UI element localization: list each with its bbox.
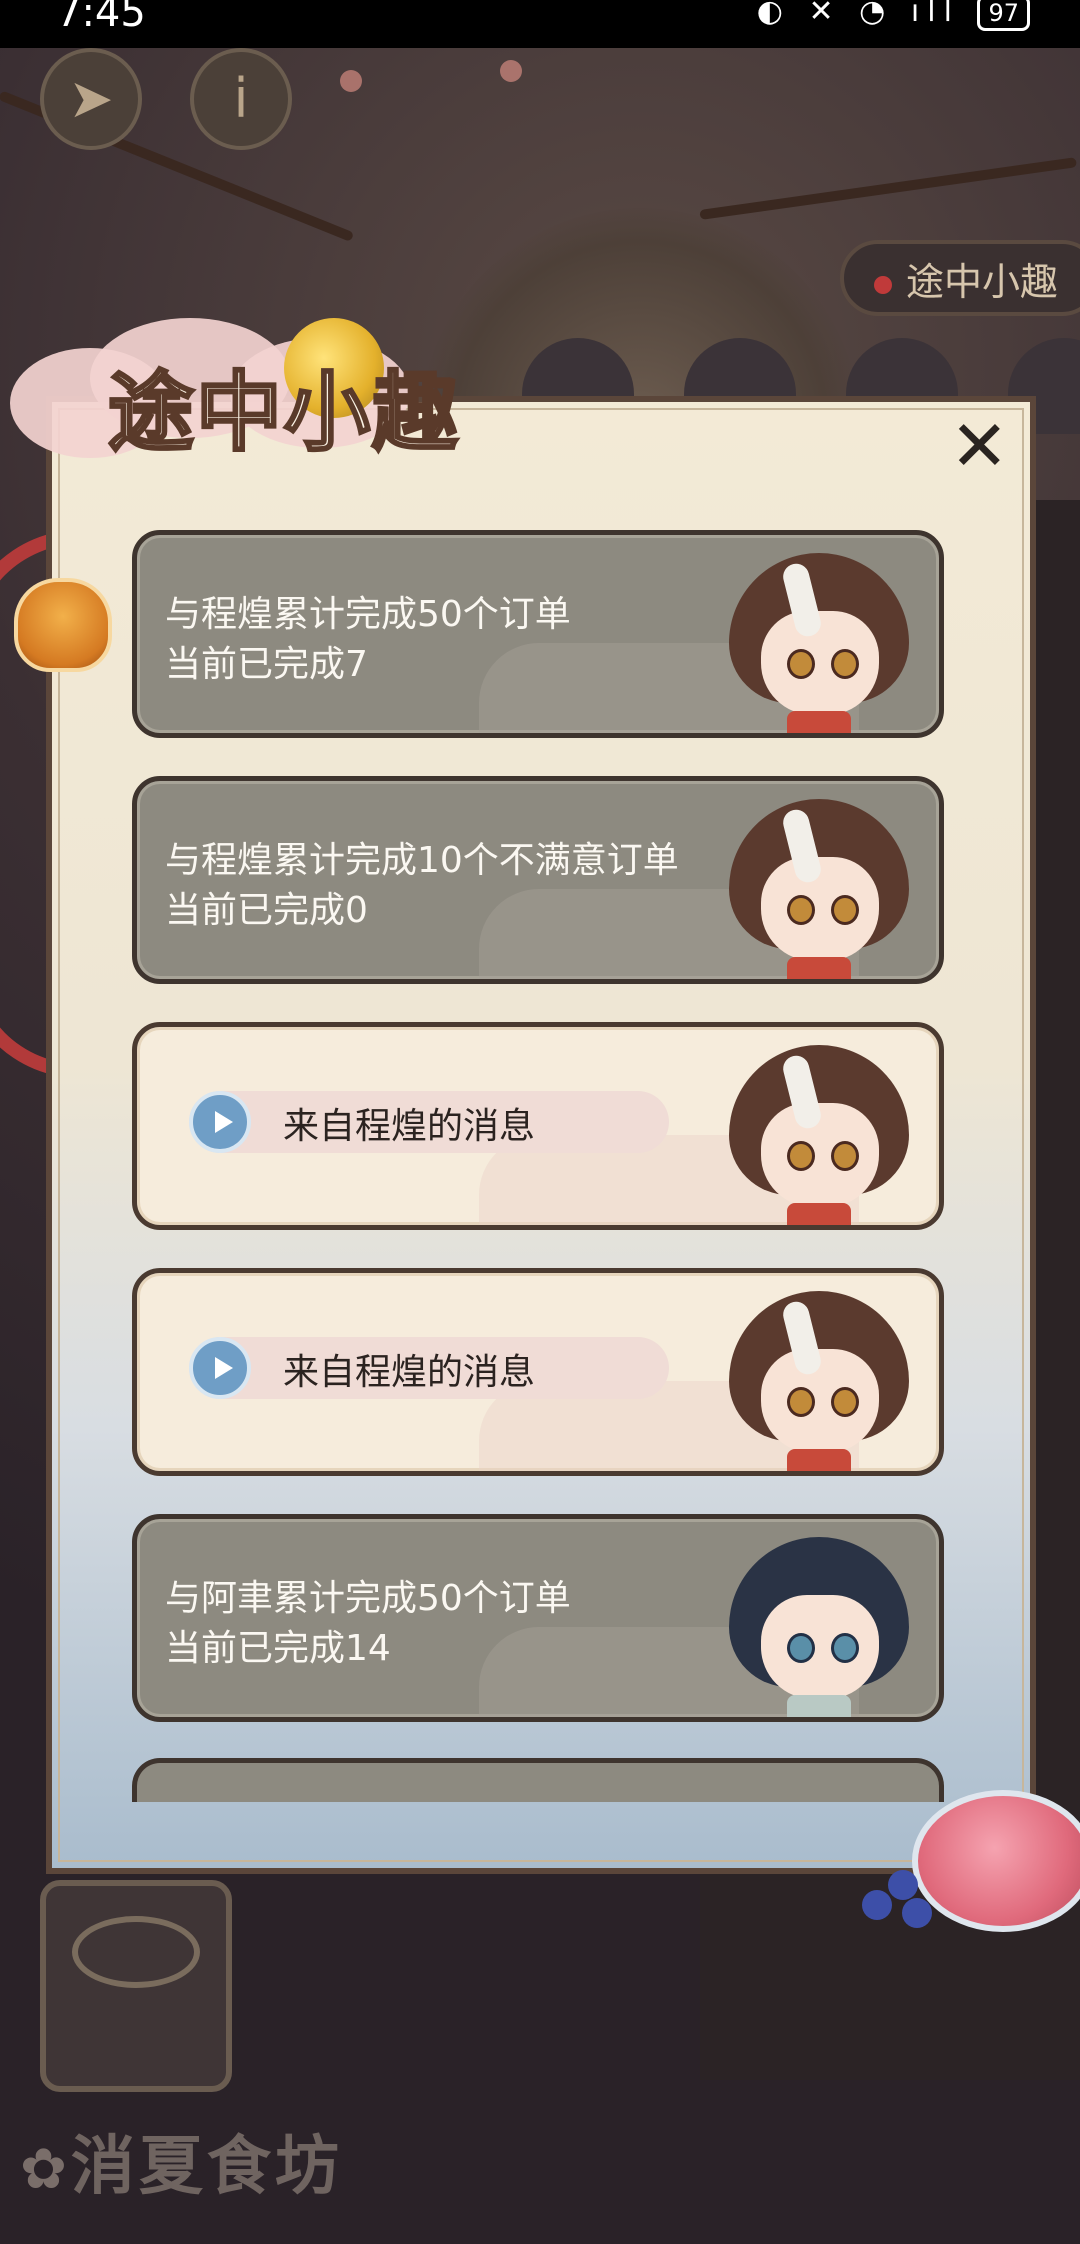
flower-icon: ✿	[20, 2137, 71, 2202]
achievement-title: 与阿聿累计完成50个订单	[165, 1578, 571, 1619]
character-portrait	[719, 545, 919, 733]
info-icon: i	[233, 67, 249, 130]
side-tab-trip-fun[interactable]: 途中小趣	[840, 240, 1080, 316]
status-icons: ◐ ✕ ◔ ıll 97	[757, 0, 1030, 31]
achievement-progress: 当前已完成7	[165, 644, 368, 685]
back-arrow-icon: ➤	[68, 67, 114, 130]
status-bar: 7:45 ◐ ✕ ◔ ıll 97	[0, 0, 1080, 48]
message-card[interactable]: 来自程煌的消息	[132, 1268, 944, 1476]
shop-title: ✿消夏食坊	[20, 2130, 343, 2204]
character-portrait	[719, 1037, 919, 1225]
message-label: 来自程煌的消息	[283, 1106, 536, 1147]
achievement-card[interactable]: 与程煌累计完成50个订单 当前已完成7	[132, 530, 944, 738]
play-icon[interactable]	[189, 1091, 251, 1153]
message-card[interactable]: 来自程煌的消息	[132, 1022, 944, 1230]
stove-decoration	[40, 1880, 232, 2092]
event-list[interactable]: 与程煌累计完成50个订单 当前已完成7 与程煌累计完成10个不满意订单 当前已完…	[132, 530, 944, 1802]
blossom-decoration	[500, 60, 522, 82]
achievement-card-partial[interactable]	[132, 1758, 944, 1802]
character-portrait	[719, 1283, 919, 1471]
back-button[interactable]: ➤	[40, 48, 142, 150]
achievement-card[interactable]: 与程煌累计完成10个不满意订单 当前已完成0	[132, 776, 944, 984]
character-portrait	[719, 791, 919, 979]
close-icon: ✕	[950, 405, 1009, 487]
achievement-title: 与程煌累计完成50个订单	[165, 594, 571, 635]
status-time: 7:45	[56, 0, 146, 36]
info-button[interactable]: i	[190, 48, 292, 150]
close-button[interactable]: ✕	[950, 411, 1009, 481]
achievement-title: 与程煌累计完成10个不满意订单	[165, 840, 679, 881]
status-indicator-icons: ◐ ✕ ◔ ıll	[756, 0, 960, 29]
message-label: 来自程煌的消息	[283, 1352, 536, 1393]
side-tab-label: 途中小趣	[906, 260, 1059, 304]
panel-title: 途中小趣	[107, 362, 460, 465]
achievement-progress: 当前已完成0	[165, 890, 368, 931]
blueberry-decoration	[862, 1870, 942, 1930]
character-portrait	[719, 1529, 919, 1717]
achievement-progress: 当前已完成14	[165, 1628, 391, 1669]
pastry-decoration	[14, 578, 112, 672]
tab-marker-icon	[874, 275, 892, 294]
play-icon[interactable]	[189, 1337, 251, 1399]
achievement-card[interactable]: 与阿聿累计完成50个订单 当前已完成14	[132, 1514, 944, 1722]
blossom-decoration	[340, 70, 362, 92]
battery-icon: 97	[977, 0, 1030, 31]
